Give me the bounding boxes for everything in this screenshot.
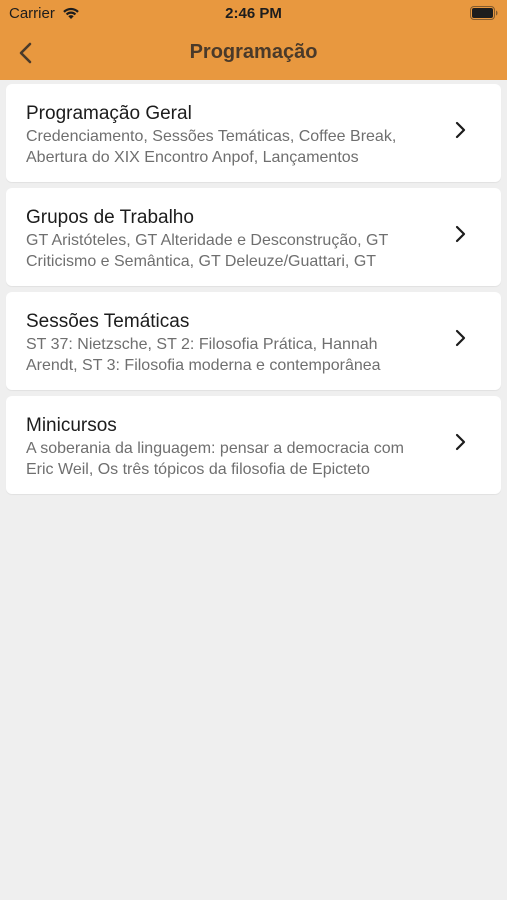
list-item-minicursos[interactable]: Minicursos A soberania da linguagem: pen…	[6, 396, 501, 494]
status-time: 2:46 PM	[225, 5, 282, 22]
list-item-subtitle: ST 37: Nietzsche, ST 2: Filosofia Prátic…	[26, 336, 381, 374]
page-title: Programação	[189, 41, 318, 63]
list-item-sessoes-tematicas[interactable]: Sessões Temáticas ST 37: Nietzsche, ST 2…	[6, 292, 501, 390]
programacao-list: Programação Geral Credenciamento, Sessõe…	[6, 84, 501, 500]
list-item-grupos-de-trabalho[interactable]: Grupos de Trabalho GT Aristóteles, GT Al…	[6, 188, 501, 286]
list-item-programacao-geral[interactable]: Programação Geral Credenciamento, Sessõe…	[6, 84, 501, 182]
list-item-subtitle: A soberania da linguagem: pensar a democ…	[26, 440, 404, 478]
chevron-right-icon	[455, 121, 466, 139]
navigation-header: Carrier 2:46 PM Programação	[0, 0, 507, 80]
battery-icon	[470, 6, 498, 25]
list-item-title: Programação Geral	[26, 103, 192, 124]
list-item-subtitle: GT Aristóteles, GT Alteridade e Desconst…	[26, 232, 388, 270]
list-item-title: Grupos de Trabalho	[26, 207, 194, 228]
chevron-right-icon	[455, 433, 466, 451]
list-item-title: Sessões Temáticas	[26, 311, 190, 332]
chevron-right-icon	[455, 329, 466, 347]
list-item-subtitle: Credenciamento, Sessões Temáticas, Coffe…	[26, 128, 397, 166]
chevron-right-icon	[455, 225, 466, 243]
list-item-title: Minicursos	[26, 415, 117, 436]
status-bar: Carrier 2:46 PM	[0, 0, 507, 28]
